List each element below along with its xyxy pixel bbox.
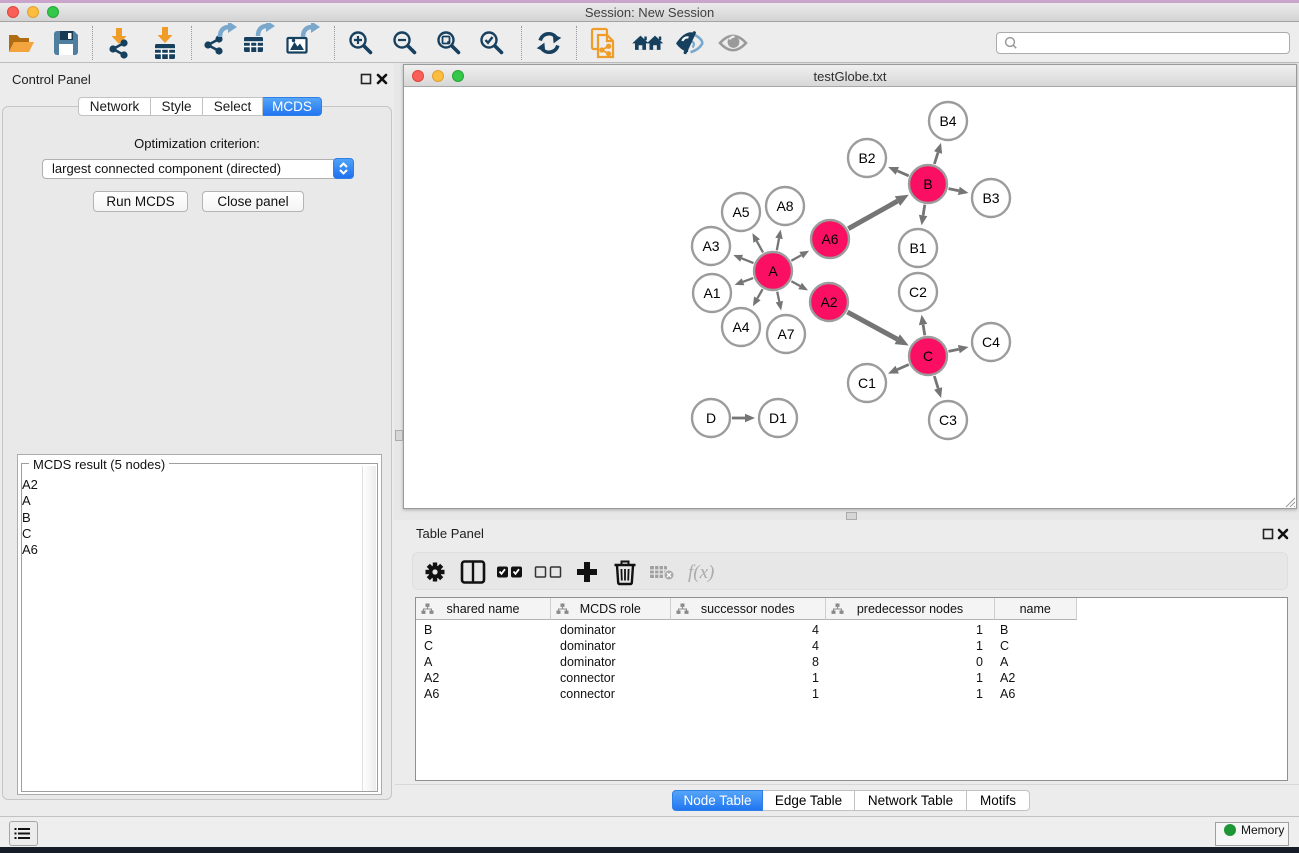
svg-text:C2: C2	[909, 284, 927, 300]
svg-text:A1: A1	[703, 285, 720, 301]
svg-text:A5: A5	[732, 204, 749, 220]
svg-text:C4: C4	[982, 334, 1000, 350]
svg-text:C1: C1	[858, 375, 876, 391]
svg-text:A7: A7	[777, 326, 794, 342]
svg-text:D1: D1	[769, 410, 787, 426]
svg-text:B4: B4	[939, 113, 956, 129]
svg-text:A4: A4	[732, 319, 749, 335]
svg-text:A8: A8	[776, 198, 793, 214]
svg-text:D: D	[706, 410, 716, 426]
svg-text:B1: B1	[909, 240, 926, 256]
svg-text:A2: A2	[820, 294, 837, 310]
svg-text:B3: B3	[982, 190, 999, 206]
svg-text:B: B	[923, 176, 932, 192]
svg-text:f(x): f(x)	[688, 562, 714, 583]
svg-text:A6: A6	[821, 231, 838, 247]
svg-text:B2: B2	[858, 150, 875, 166]
svg-text:A3: A3	[702, 238, 719, 254]
svg-text:C3: C3	[939, 412, 957, 428]
svg-text:A: A	[768, 263, 778, 279]
svg-text:C: C	[923, 348, 933, 364]
